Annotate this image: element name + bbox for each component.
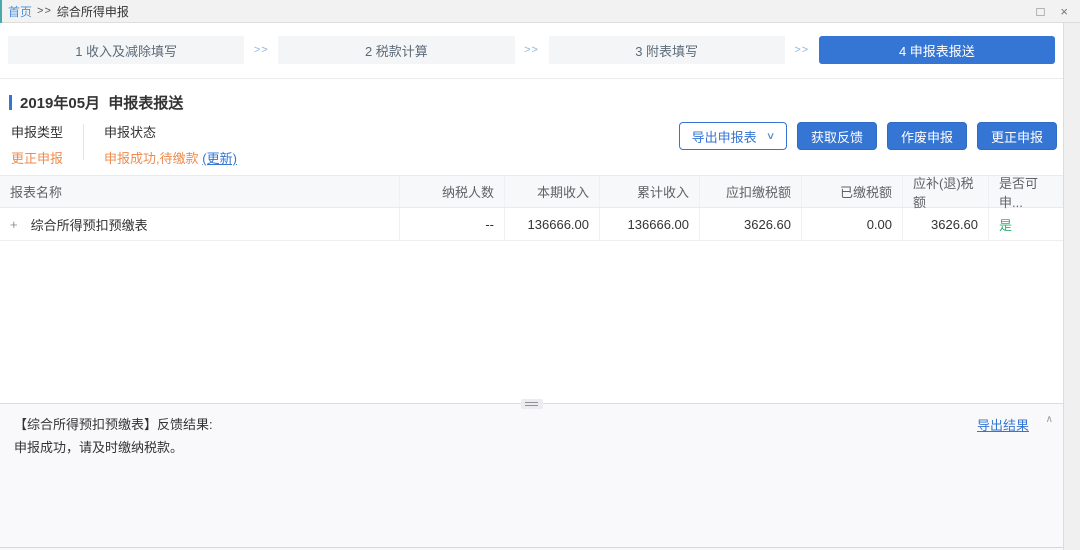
breadcrumb-bar: 首页 >> 综合所得申报 □ × [0,0,1080,23]
breadcrumb-separator: >> [37,5,52,17]
status-update-link[interactable]: (更新) [202,151,237,166]
feedback-body: 【综合所得预扣预缴表】反馈结果: 申报成功，请及时缴纳税款。 [0,404,1063,469]
step-wizard: 1 收入及减除填写 >> 2 税款计算 >> 3 附表填写 >> 4 申报表报送 [8,36,1055,64]
export-declaration-label: 导出申报表 [691,129,757,145]
step-item-income-fill[interactable]: 1 收入及减除填写 [8,36,245,64]
splitter-handle[interactable] [520,399,543,409]
cell-supplement-refund-tax: 3626.60 [903,208,989,240]
step-item-declaration-submit[interactable]: 4 申报表报送 [818,36,1055,64]
cell-taxpayer-count: -- [400,208,505,240]
main-panel: 1 收入及减除填写 >> 2 税款计算 >> 3 附表填写 >> 4 申报表报送… [0,23,1063,550]
declaration-status-group: 申报状态 申报成功,待缴款 (更新) [104,122,237,167]
get-feedback-button[interactable]: 获取反馈 [796,122,877,150]
declaration-info-row: 申报类型 更正申报 申报状态 申报成功,待缴款 (更新) 导出申报表 ∨ 获取反… [11,122,1057,167]
bottom-edge-divider [0,547,1063,548]
header-declarable: 是否可申... [999,175,1039,210]
breadcrumb-current: 综合所得申报 [56,4,129,19]
feedback-message: 申报成功，请及时缴纳税款。 [14,440,184,455]
header-report-name: 报表名称 [0,176,400,207]
declaration-status-label: 申报状态 [104,125,157,140]
section-title-row: 2019年05月 申报表报送 [9,92,1063,113]
step-item-tax-calc[interactable]: 2 税款计算 [278,36,515,64]
table-row[interactable]: + 综合所得预扣预缴表 -- 136666.00 136666.00 3626.… [0,208,1063,241]
cell-withholding-tax: 3626.60 [700,208,802,240]
export-result-link[interactable]: 导出结果 [977,415,1029,434]
table-header: 报表名称 纳税人数 本期收入 累计收入 应扣缴税额 已缴税额 应补(退)税额 是… [0,175,1063,210]
window-controls: □ × [1037,5,1080,18]
cell-cumulative-income: 136666.00 [600,208,700,240]
header-taxpayer-count: 纳税人数 [400,176,505,207]
cell-paid-tax: 0.00 [802,208,903,240]
step-separator: >> [524,44,539,56]
maximize-icon[interactable]: □ [1037,5,1045,18]
header-current-income: 本期收入 [505,176,600,207]
declaration-status-value: 申报成功,待缴款 (更新) [104,148,237,167]
chevron-up-icon[interactable]: ∧ [1046,414,1053,425]
correct-declaration-button[interactable]: 更正申报 [976,122,1057,150]
status-text: 申报成功,待缴款 [104,151,203,166]
info-divider [83,124,85,160]
step-item-appendix-fill[interactable]: 3 附表填写 [548,36,785,64]
step-separator: >> [253,44,269,56]
declaration-type-value: 更正申报 [11,151,64,166]
page-title: 2019年05月 申报表报送 [20,95,184,112]
title-accent-bar [9,95,12,110]
window-accent-sliver [0,0,2,23]
right-scroll-strip[interactable] [1063,23,1080,550]
header-withholding-tax: 应扣缴税额 [700,176,802,207]
breadcrumb-home-link[interactable]: 首页 [8,3,32,20]
void-declaration-button[interactable]: 作废申报 [886,122,967,150]
cell-declarable: 是 [999,217,1013,233]
step-separator: >> [794,44,810,56]
section-divider [0,78,1063,79]
close-icon[interactable]: × [1060,5,1068,18]
header-cumulative-income: 累计收入 [600,176,700,207]
cell-report-name: + 综合所得预扣预缴表 [0,208,400,240]
feedback-title: 【综合所得预扣预缴表】反馈结果: [14,417,213,432]
header-paid-tax: 已缴税额 [802,176,903,207]
feedback-panel: 【综合所得预扣预缴表】反馈结果: 申报成功，请及时缴纳税款。 导出结果 ∧ [0,399,1063,550]
report-table: 报表名称 纳税人数 本期收入 累计收入 应扣缴税额 已缴税额 应补(退)税额 是… [0,175,1063,241]
declaration-type-label: 申报类型 [11,125,64,140]
report-name-text: 综合所得预扣预缴表 [30,217,148,233]
declaration-type-group: 申报类型 更正申报 [11,122,63,167]
chevron-down-icon: ∨ [765,130,776,142]
expand-plus-icon[interactable]: + [10,218,18,231]
header-supplement-refund-tax: 应补(退)税额 [903,176,989,210]
cell-current-income: 136666.00 [505,208,600,240]
export-declaration-button[interactable]: 导出申报表 ∨ [678,122,787,150]
